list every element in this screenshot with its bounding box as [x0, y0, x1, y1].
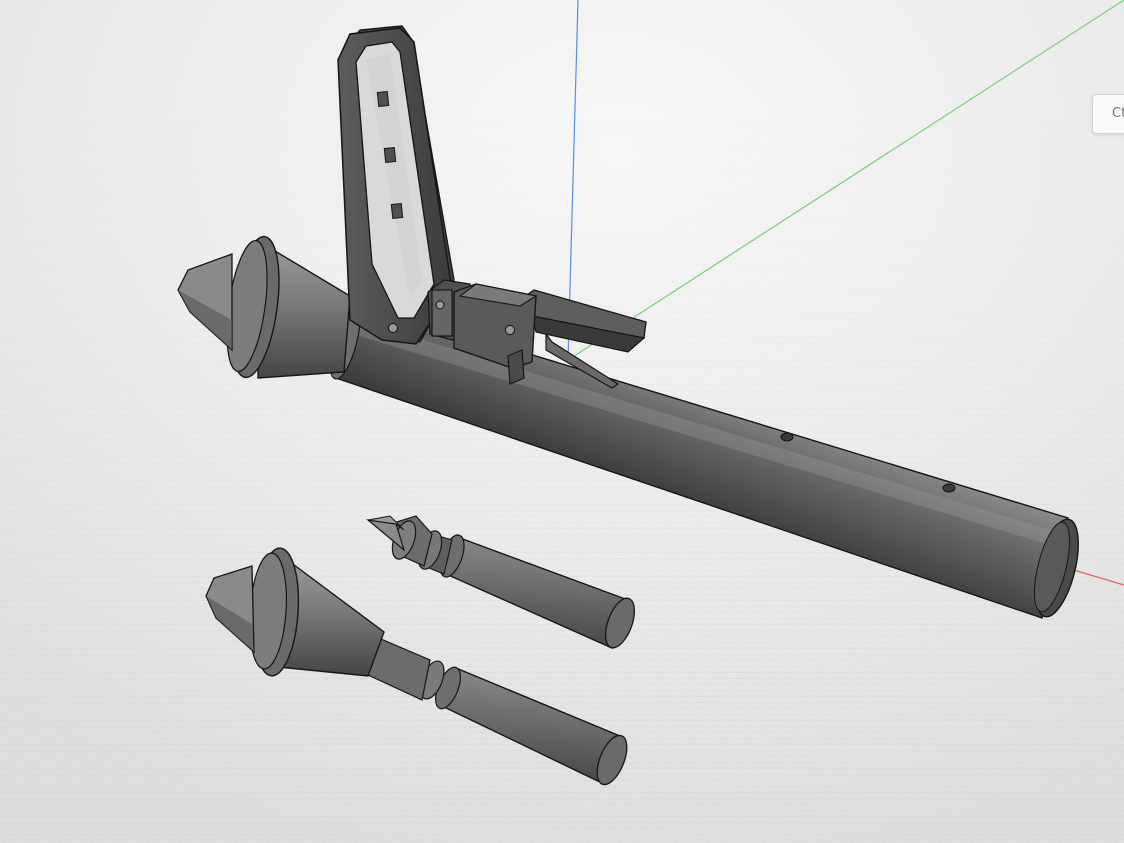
block-screw-1-icon [435, 300, 445, 310]
sight-pivot-icon [388, 323, 398, 333]
block-screw-2-icon [505, 325, 515, 335]
sight-notch-3 [390, 202, 404, 220]
sight-notch-2 [383, 146, 397, 164]
view-cube-tab[interactable]: Ct [1092, 94, 1124, 134]
sight-notch-1 [376, 90, 390, 108]
tube-hole-2 [942, 483, 956, 493]
3d-viewport[interactable] [0, 0, 1124, 843]
scene-canvas[interactable] [0, 0, 1124, 843]
tube-hole-1 [780, 432, 794, 442]
